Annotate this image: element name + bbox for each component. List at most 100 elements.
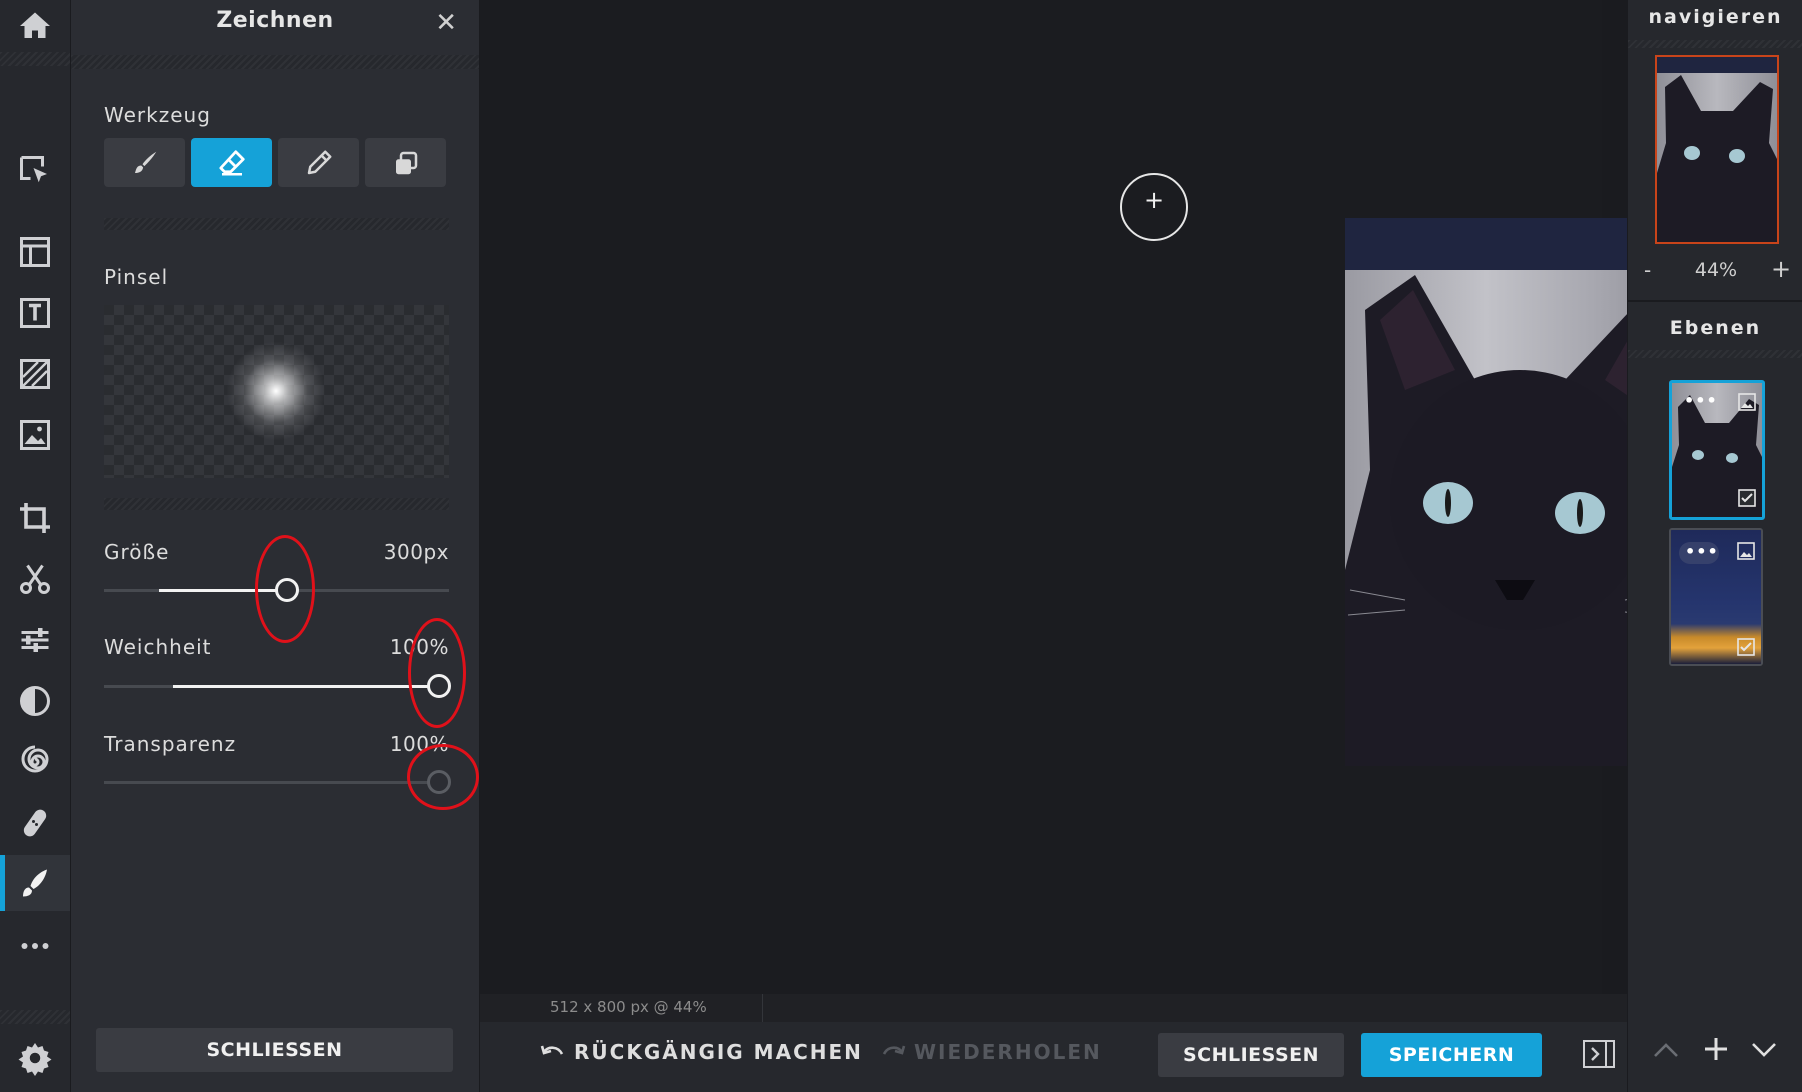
navigator-thumbnail[interactable] bbox=[1655, 55, 1779, 244]
panel-close-icon[interactable]: ✕ bbox=[435, 8, 457, 38]
transparency-value: 100% bbox=[389, 732, 449, 756]
panel-close-button[interactable]: SCHLIESSEN bbox=[96, 1028, 453, 1072]
crop-icon bbox=[20, 503, 50, 533]
toggle-panel-button[interactable] bbox=[1582, 1039, 1616, 1069]
panel-divider bbox=[1628, 350, 1802, 358]
panel-divider bbox=[104, 218, 449, 230]
clone-tool-button[interactable] bbox=[365, 138, 446, 187]
clone-stamp-icon bbox=[395, 151, 417, 174]
add-layer-icon[interactable] bbox=[1703, 1036, 1729, 1062]
status-bar: 512 x 800 px @ 44% bbox=[480, 994, 1627, 1022]
text-icon bbox=[20, 298, 50, 328]
panel-divider bbox=[1628, 40, 1802, 48]
liquify-button[interactable] bbox=[0, 734, 70, 790]
pencil-icon bbox=[307, 150, 331, 174]
text-button[interactable] bbox=[0, 285, 70, 341]
cut-icon bbox=[20, 564, 50, 594]
settings-icon bbox=[18, 1043, 52, 1076]
draw-icon bbox=[23, 869, 47, 897]
filter-icon bbox=[20, 686, 50, 716]
crosshair-icon: + bbox=[1143, 186, 1165, 214]
redo-button[interactable]: WIEDERHOLEN bbox=[880, 1040, 1102, 1064]
panel-divider bbox=[71, 55, 479, 69]
brush-tip-preview bbox=[226, 341, 326, 441]
layer-image-icon bbox=[1738, 393, 1756, 411]
size-label: Größe bbox=[104, 540, 170, 564]
texture-button[interactable] bbox=[0, 346, 70, 402]
undo-button[interactable]: RÜCKGÄNGIG MACHEN bbox=[540, 1040, 863, 1064]
layer-options-icon[interactable]: ••• bbox=[1684, 391, 1718, 410]
zoom-in-button[interactable]: + bbox=[1771, 255, 1791, 283]
layout-icon bbox=[20, 237, 50, 267]
layer-visibility-checkbox-icon[interactable] bbox=[1738, 489, 1756, 507]
more-button[interactable] bbox=[0, 918, 70, 974]
home-button[interactable] bbox=[0, 0, 70, 52]
layer-options-icon[interactable]: ••• bbox=[1685, 542, 1719, 561]
eraser-tool-button[interactable] bbox=[191, 138, 272, 187]
draw-button[interactable] bbox=[0, 855, 70, 911]
tool-rail bbox=[0, 0, 71, 1092]
brush-label: Pinsel bbox=[104, 265, 169, 289]
panel-divider bbox=[104, 498, 449, 510]
zoom-out-button[interactable]: - bbox=[1644, 258, 1651, 282]
redo-label: WIEDERHOLEN bbox=[914, 1040, 1102, 1064]
panel-title: Zeichnen bbox=[216, 8, 334, 33]
slider-handle[interactable] bbox=[426, 770, 451, 794]
home-icon bbox=[20, 12, 50, 38]
brush-tool-button[interactable] bbox=[104, 138, 185, 187]
layer-down-icon[interactable] bbox=[1750, 1040, 1778, 1060]
image-size-status: 512 x 800 px @ 44% bbox=[550, 998, 707, 1016]
bottom-toolbar: RÜCKGÄNGIG MACHEN WIEDERHOLEN SCHLIESSEN… bbox=[480, 1022, 1802, 1092]
image-button[interactable] bbox=[0, 407, 70, 463]
transparency-label: Transparenz bbox=[104, 732, 237, 756]
image-icon bbox=[20, 420, 50, 450]
crop-button[interactable] bbox=[0, 490, 70, 546]
arrange-icon bbox=[20, 156, 47, 183]
close-button[interactable]: SCHLIESSEN bbox=[1158, 1033, 1344, 1077]
softness-value: 100% bbox=[389, 635, 449, 659]
collapse-panel-icon bbox=[1583, 1040, 1615, 1068]
cut-button[interactable] bbox=[0, 551, 70, 607]
brush-preview bbox=[104, 305, 449, 478]
layer-city[interactable]: ••• bbox=[1669, 528, 1763, 666]
size-value: 300px bbox=[383, 540, 449, 564]
slider-handle[interactable] bbox=[426, 674, 451, 698]
retouch-button[interactable] bbox=[0, 795, 70, 851]
canvas-area[interactable]: + bbox=[480, 0, 1697, 994]
rail-divider-bottom bbox=[0, 1010, 70, 1024]
slider-handle[interactable] bbox=[274, 578, 299, 602]
brush-icon bbox=[134, 151, 156, 173]
save-button[interactable]: SPEICHERN bbox=[1361, 1033, 1542, 1077]
slider-fill bbox=[159, 589, 287, 592]
softness-label: Weichheit bbox=[104, 635, 212, 659]
layer-image-icon bbox=[1737, 542, 1755, 560]
slider-fill bbox=[173, 685, 439, 688]
status-divider bbox=[762, 994, 763, 1022]
navigate-title: navigieren bbox=[1648, 6, 1783, 28]
layers-title: Ebenen bbox=[1669, 317, 1762, 339]
right-panel: navigieren - 44% + Ebenen ••• ••• bbox=[1627, 0, 1802, 1092]
redo-icon bbox=[882, 1045, 906, 1055]
eraser-icon bbox=[218, 149, 245, 175]
draw-panel: Zeichnen ✕ Werkzeug Pinsel Größe 300px W… bbox=[71, 0, 479, 1092]
undo-label: RÜCKGÄNGIG MACHEN bbox=[574, 1040, 863, 1064]
liquify-icon bbox=[21, 745, 49, 773]
arrange-button[interactable] bbox=[0, 143, 70, 199]
slider-track[interactable] bbox=[104, 781, 449, 784]
pencil-tool-button[interactable] bbox=[278, 138, 359, 187]
layer-cat[interactable]: ••• bbox=[1669, 380, 1765, 520]
undo-icon bbox=[540, 1045, 564, 1055]
texture-icon bbox=[20, 359, 50, 389]
layer-up-icon[interactable] bbox=[1652, 1040, 1680, 1060]
layout-button[interactable] bbox=[0, 224, 70, 280]
layer-visibility-checkbox-icon[interactable] bbox=[1737, 638, 1755, 656]
more-icon bbox=[21, 943, 49, 949]
adjust-icon bbox=[21, 628, 49, 652]
tool-label: Werkzeug bbox=[104, 103, 211, 127]
settings-button[interactable] bbox=[0, 1030, 70, 1086]
rail-divider bbox=[0, 52, 70, 66]
retouch-icon bbox=[23, 809, 47, 837]
adjust-button[interactable] bbox=[0, 612, 70, 668]
zoom-level: 44% bbox=[1694, 259, 1738, 281]
filter-button[interactable] bbox=[0, 673, 70, 729]
